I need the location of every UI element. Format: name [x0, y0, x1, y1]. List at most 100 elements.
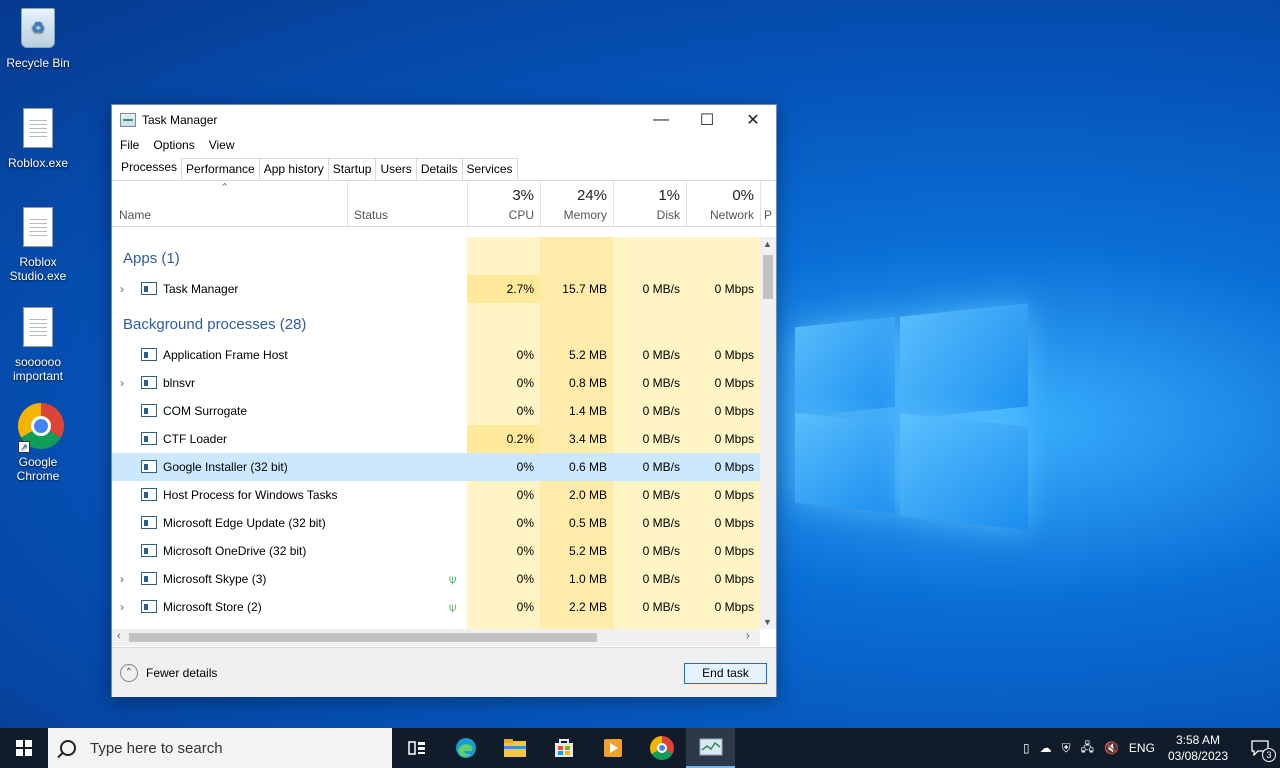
onedrive-icon[interactable]: ☁ — [1040, 741, 1052, 755]
expand-chevron-icon[interactable]: › — [120, 593, 124, 621]
expand-chevron-icon[interactable]: › — [120, 565, 124, 593]
task-view-icon[interactable] — [392, 728, 441, 768]
process-row[interactable]: CTF Loader 0.2% 3.4 MB 0 MB/s 0 Mbps — [112, 425, 760, 453]
tab-processes[interactable]: Processes — [116, 156, 183, 180]
process-network: 0 Mbps — [714, 432, 754, 446]
tab-app-history[interactable]: App history — [258, 158, 329, 180]
column-network[interactable]: 0% Network — [686, 181, 760, 227]
media-player-icon[interactable] — [588, 728, 637, 768]
scroll-thumb-horizontal[interactable] — [129, 633, 597, 642]
process-icon — [141, 460, 157, 473]
column-power[interactable]: P — [760, 181, 776, 227]
process-memory: 0.6 MB — [568, 460, 607, 474]
file-explorer-icon[interactable] — [490, 728, 539, 768]
notification-center-icon[interactable]: 3 — [1240, 728, 1280, 768]
expand-chevron-icon[interactable]: › — [120, 369, 124, 397]
title-bar[interactable]: Task Manager — ☐ ✕ — [112, 105, 776, 135]
desktop-icon-chrome[interactable]: ↗ Google Chrome — [0, 403, 76, 483]
minimize-button[interactable]: — — [638, 105, 684, 135]
vertical-scrollbar[interactable]: ▲ ▼ — [760, 237, 776, 629]
task-manager-window: Task Manager — ☐ ✕ File Options View Pro… — [111, 104, 777, 697]
menu-options[interactable]: Options — [153, 138, 194, 152]
network-icon[interactable]: 🖧 — [1081, 738, 1094, 759]
desktop-icon-roblox-studio[interactable]: Roblox Studio.exe — [0, 207, 76, 283]
tab-users[interactable]: Users — [375, 158, 417, 180]
horizontal-scrollbar[interactable]: ‹ › — [112, 629, 760, 646]
process-disk: 0 MB/s — [642, 460, 680, 474]
process-row[interactable]: Host Process for Windows Tasks 0% 2.0 MB 0 … — [112, 481, 760, 509]
tab-details[interactable]: Details — [415, 158, 463, 180]
expand-chevron-icon[interactable]: › — [120, 275, 124, 303]
process-cpu: 0.2% — [467, 425, 540, 453]
process-memory: 1.4 MB — [568, 404, 607, 418]
fewer-details-button[interactable]: ⌃ Fewer details — [120, 664, 217, 682]
volume-muted-icon[interactable]: 🔇 — [1104, 741, 1119, 755]
process-disk: 0 MB/s — [642, 600, 680, 614]
taskbar-search-box[interactable]: Type here to search — [48, 728, 392, 768]
process-row[interactable]: Microsoft Edge Update (32 bit) 0% 0.5 MB 0 … — [112, 509, 760, 537]
process-name: Microsoft Skype (3) — [163, 572, 267, 586]
process-memory: 15.7 MB — [562, 282, 607, 296]
column-power-label: P — [764, 208, 773, 222]
process-network: 0 Mbps — [714, 376, 754, 390]
process-row[interactable]: › blnsvr 0% 0.8 MB 0 MB/s 0 Mbps — [112, 369, 760, 397]
notes-icon[interactable]: ▯ — [1023, 741, 1030, 755]
search-placeholder: Type here to search — [90, 739, 223, 757]
taskbar: Type here to search ▯ ☁ ⛨ 🖧 🔇 ENG 3:58 A… — [0, 728, 1280, 768]
sort-caret-icon: ⌃ — [220, 182, 230, 194]
clock[interactable]: 3:58 AM 03/08/2023 — [1168, 732, 1228, 764]
process-row[interactable]: › Task Manager 2.7% 15.7 MB 0 MB/s 0 Mbps — [112, 275, 760, 303]
menu-bar: File Options View — [112, 135, 776, 155]
process-disk: 0 MB/s — [642, 432, 680, 446]
desktop-icon-label: soooooo important — [12, 355, 64, 383]
scroll-up-icon[interactable]: ▲ — [763, 239, 772, 249]
chrome-icon[interactable] — [637, 728, 686, 768]
column-network-label: Network — [709, 208, 754, 222]
window-title: Task Manager — [142, 113, 218, 127]
scroll-right-icon[interactable]: › — [746, 630, 750, 642]
process-cpu: 2.7% — [467, 275, 540, 303]
suspended-leaf-icon: ⍦ — [449, 600, 457, 614]
process-row[interactable]: Google Installer (32 bit) 0% 0.6 MB 0 MB/s 0… — [112, 453, 760, 481]
tab-performance[interactable]: Performance — [181, 158, 260, 180]
process-row[interactable]: COM Surrogate 0% 1.4 MB 0 MB/s 0 Mbps — [112, 397, 760, 425]
desktop-icon-important-doc[interactable]: soooooo important — [0, 307, 76, 383]
scroll-thumb[interactable] — [763, 255, 773, 299]
process-icon — [141, 432, 157, 445]
menu-file[interactable]: File — [120, 138, 139, 152]
process-row[interactable]: Application Frame Host 0% 5.2 MB 0 MB/s 0 Mb… — [112, 341, 760, 369]
column-disk[interactable]: 1% Disk — [613, 181, 686, 227]
column-status[interactable]: Status — [347, 181, 467, 227]
process-network: 0 Mbps — [714, 516, 754, 530]
column-cpu[interactable]: 3% CPU — [467, 181, 540, 227]
tab-services[interactable]: Services — [461, 158, 518, 180]
recycle-bin-icon: ♻ — [21, 8, 55, 48]
process-row[interactable]: › Microsoft Skype (3) ⍦ 0% 1.0 MB 0 MB/s 0 Mbp… — [112, 565, 760, 593]
start-button[interactable] — [0, 728, 48, 768]
process-row[interactable]: Microsoft OneDrive (32 bit) 0% 5.2 MB 0 MB/… — [112, 537, 760, 565]
security-icon[interactable]: ⛨ — [1062, 741, 1071, 756]
desktop-icon-recycle-bin[interactable]: ♻ Recycle Bin — [0, 8, 76, 70]
scroll-left-icon[interactable]: ‹ — [117, 630, 121, 642]
close-button[interactable]: ✕ — [730, 105, 776, 135]
task-manager-icon[interactable] — [686, 728, 735, 768]
process-cpu: 0% — [516, 460, 534, 474]
process-cpu: 0% — [516, 348, 534, 362]
process-disk: 0 MB/s — [642, 572, 680, 586]
maximize-button[interactable]: ☐ — [684, 105, 730, 135]
language-indicator[interactable]: ENG — [1129, 741, 1155, 755]
cpu-total: 3% — [512, 187, 534, 204]
column-header: ⌃ Name Status 3% CPU 24% Memory 1% Disk … — [112, 181, 776, 227]
tab-startup[interactable]: Startup — [327, 158, 377, 180]
process-network: 0 Mbps — [714, 282, 754, 296]
scroll-down-icon[interactable]: ▼ — [763, 617, 772, 627]
edge-icon[interactable] — [441, 728, 490, 768]
process-row[interactable]: › Microsoft Store (2) ⍦ 0% 2.2 MB 0 MB/s 0 Mbp… — [112, 593, 760, 621]
end-task-button[interactable]: End task — [684, 663, 767, 684]
desktop-icon-roblox[interactable]: Roblox.exe — [0, 108, 76, 170]
footer-bar: ⌃ Fewer details End task — [112, 647, 776, 697]
store-icon[interactable] — [539, 728, 588, 768]
column-name[interactable]: ⌃ Name — [112, 181, 347, 227]
menu-view[interactable]: View — [209, 138, 235, 152]
column-memory[interactable]: 24% Memory — [540, 181, 613, 227]
